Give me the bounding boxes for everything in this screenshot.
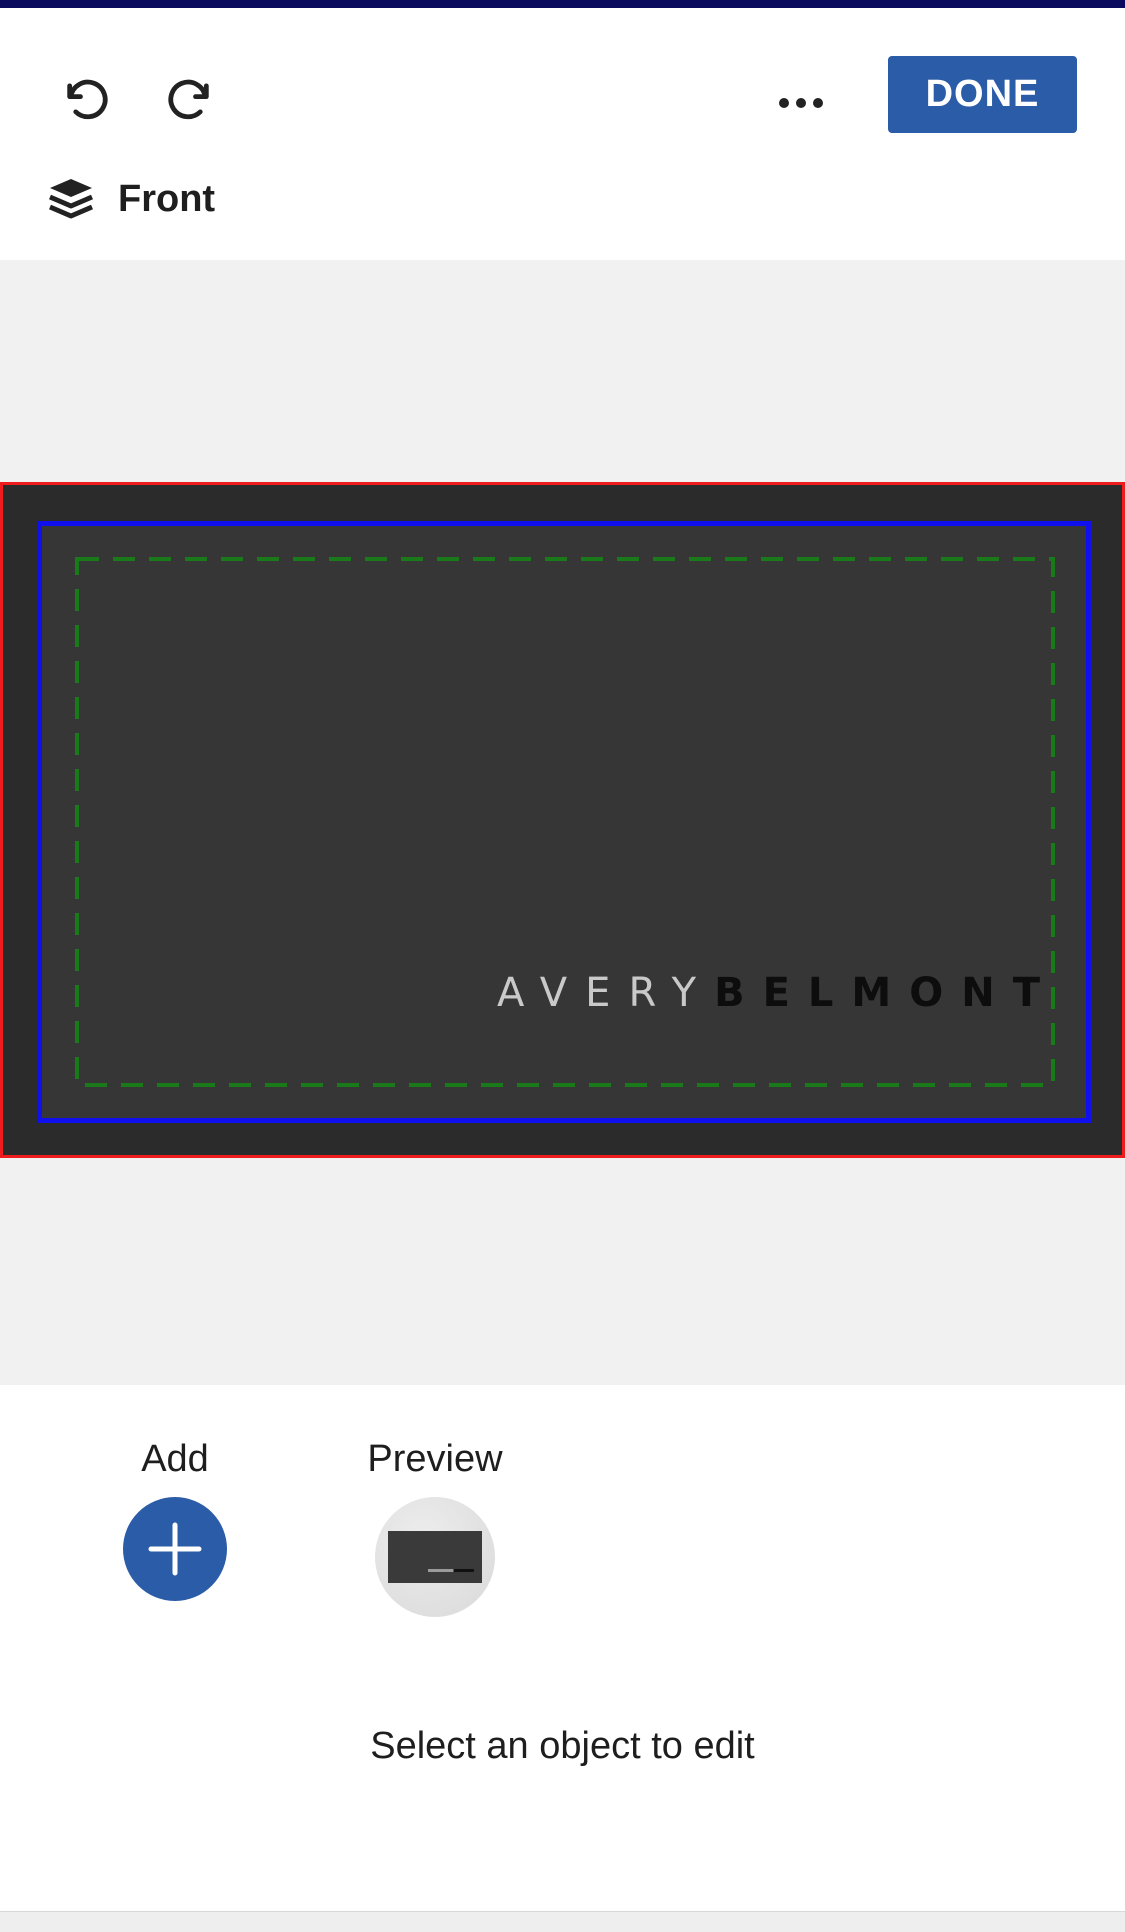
- undo-button[interactable]: [52, 66, 122, 136]
- bottom-bar: [0, 1911, 1125, 1932]
- preview-thumbnail[interactable]: [375, 1496, 495, 1617]
- brand-logo-text[interactable]: AVERYBELMONT: [497, 973, 1058, 1013]
- add-button[interactable]: [123, 1496, 227, 1601]
- plus-icon: [148, 1522, 202, 1576]
- bottom-tool-panel: Add Preview Select an object to edit: [0, 1385, 1125, 1911]
- add-tool[interactable]: Add: [100, 1437, 250, 1601]
- selection-hint: Select an object to edit: [370, 1725, 755, 1767]
- more-horizontal-icon: [779, 98, 823, 108]
- business-card-bleed[interactable]: AVERYBELMONT: [0, 482, 1125, 1158]
- preview-tool[interactable]: Preview: [345, 1437, 525, 1617]
- redo-button[interactable]: [154, 66, 224, 136]
- redo-icon: [168, 79, 209, 120]
- design-canvas[interactable]: AVERYBELMONT: [0, 260, 1125, 1385]
- undo-icon: [67, 79, 108, 120]
- editor-toolbar: DONE Front: [0, 8, 1125, 260]
- logo-word-belmont: BELMONT: [714, 970, 1058, 1016]
- logo-word-avery: AVERY: [497, 970, 715, 1016]
- preview-card-image: [388, 1530, 482, 1583]
- top-status-line: [0, 0, 1125, 8]
- preview-logo-mark: [428, 1568, 474, 1572]
- done-button[interactable]: DONE: [888, 56, 1077, 133]
- layer-label: Front: [118, 177, 216, 220]
- preview-label: Preview: [367, 1438, 503, 1480]
- add-label: Add: [141, 1438, 209, 1480]
- layer-selector[interactable]: Front: [46, 168, 215, 230]
- layers-icon: [49, 179, 93, 219]
- more-options-button[interactable]: [766, 68, 836, 138]
